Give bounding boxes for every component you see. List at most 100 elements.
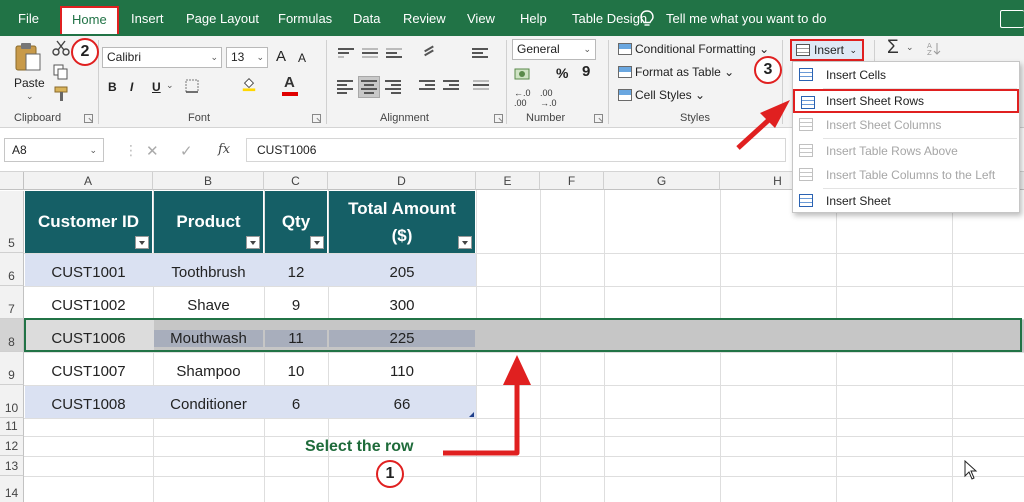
table-cell[interactable]: Shave — [154, 297, 263, 314]
menu-item-insert-table-rows-above[interactable]: Insert Table Rows Above — [793, 139, 1019, 163]
align-top-icon[interactable] — [338, 48, 354, 62]
table-cell[interactable]: Conditioner — [154, 396, 263, 413]
tab-file[interactable]: File — [18, 0, 39, 36]
font-color-button[interactable]: A — [284, 74, 295, 91]
table-resize-handle-icon[interactable] — [469, 412, 474, 417]
table-cell[interactable]: 225 — [329, 330, 475, 347]
table-cell[interactable]: 205 — [329, 264, 475, 281]
tab-view[interactable]: View — [467, 0, 495, 36]
cut-icon[interactable] — [52, 40, 70, 56]
autosum-dropdown-icon[interactable]: ⌄ — [906, 42, 914, 53]
table-cell[interactable]: Toothbrush — [154, 264, 263, 281]
formula-input[interactable]: CUST1006 — [246, 138, 786, 162]
table-cell[interactable]: 9 — [265, 297, 327, 314]
menu-item-insert-sheet[interactable]: Insert Sheet — [793, 189, 1019, 213]
row-header-7[interactable]: 7 — [0, 286, 24, 319]
table-cell[interactable]: 12 — [265, 264, 327, 281]
bold-button[interactable]: B — [108, 80, 117, 94]
tab-help[interactable]: Help — [520, 0, 547, 36]
menu-item-insert-sheet-rows[interactable]: Insert Sheet Rows — [793, 89, 1019, 113]
select-all-corner[interactable] — [0, 172, 24, 190]
table-cell[interactable]: CUST1008 — [25, 396, 152, 413]
number-dialog-launcher-icon[interactable] — [594, 114, 603, 123]
enter-icon[interactable]: ✓ — [180, 142, 193, 160]
paste-button-label[interactable]: Paste — [14, 76, 45, 90]
decrease-indent-button[interactable] — [416, 76, 438, 98]
more-options-icon[interactable]: ⋮ — [124, 142, 138, 159]
menu-item-insert-cells[interactable]: Insert Cells — [793, 63, 1019, 87]
tell-me-search[interactable]: Tell me what you want to do — [666, 0, 826, 36]
tab-data[interactable]: Data — [353, 0, 380, 36]
alignment-dialog-launcher-icon[interactable] — [494, 114, 503, 123]
insert-function-button[interactable]: fx — [218, 142, 230, 157]
autosum-icon[interactable]: Σ — [887, 37, 899, 59]
align-right-button[interactable] — [382, 76, 404, 98]
font-name-select[interactable]: Calibri ⌄ — [102, 47, 222, 68]
tab-page-layout[interactable]: Page Layout — [186, 0, 259, 36]
underline-dropdown-icon[interactable]: ⌄ — [166, 80, 174, 91]
worksheet-grid[interactable]: A B C D E F G H 5 6 7 8 9 10 11 12 13 14… — [0, 172, 1024, 502]
filter-dropdown-icon[interactable] — [246, 236, 260, 249]
accounting-format-icon[interactable] — [514, 66, 532, 82]
column-header-e[interactable]: E — [476, 172, 540, 190]
table-cell[interactable]: CUST1002 — [25, 297, 152, 314]
share-icon[interactable] — [1000, 10, 1024, 28]
copy-icon[interactable] — [52, 64, 70, 80]
merge-center-button[interactable] — [470, 76, 492, 98]
filter-dropdown-icon[interactable] — [458, 236, 472, 249]
name-box[interactable]: A8 ⌄ — [4, 138, 104, 162]
insert-cells-button[interactable]: Insert ⌄ — [790, 39, 864, 61]
filter-dropdown-icon[interactable] — [310, 236, 324, 249]
borders-icon[interactable] — [184, 78, 202, 94]
row-header-6[interactable]: 6 — [0, 253, 24, 286]
table-cell[interactable]: Mouthwash — [154, 330, 263, 347]
menu-item-insert-table-columns-left[interactable]: Insert Table Columns to the Left — [793, 163, 1019, 187]
italic-button[interactable]: I — [130, 80, 133, 94]
column-header-c[interactable]: C — [264, 172, 328, 190]
increase-indent-button[interactable] — [440, 76, 462, 98]
cancel-icon[interactable]: ✕ — [146, 142, 159, 160]
filter-dropdown-icon[interactable] — [135, 236, 149, 249]
table-cell[interactable]: CUST1007 — [25, 363, 152, 380]
cell-styles-button[interactable]: Cell Styles ⌄ — [618, 88, 705, 102]
conditional-formatting-button[interactable]: Conditional Formatting ⌄ — [618, 42, 769, 56]
orientation-icon[interactable] — [424, 45, 440, 62]
table-cell[interactable]: CUST1001 — [25, 264, 152, 281]
row-header-12[interactable]: 12 — [0, 436, 24, 456]
clipboard-dialog-launcher-icon[interactable] — [84, 114, 93, 123]
underline-button[interactable]: U — [152, 80, 161, 94]
font-dialog-launcher-icon[interactable] — [312, 114, 321, 123]
row-header-10[interactable]: 10 — [0, 385, 24, 418]
table-cell[interactable]: Shampoo — [154, 363, 263, 380]
table-cell[interactable]: 110 — [329, 363, 475, 380]
align-left-button[interactable] — [334, 76, 356, 98]
align-center-button[interactable] — [358, 76, 380, 98]
table-cell[interactable]: CUST1006 — [25, 330, 152, 347]
table-cell[interactable]: 10 — [265, 363, 327, 380]
decrease-decimal-button[interactable]: .00 →.0 — [540, 88, 564, 108]
sort-filter-icon[interactable]: A Z — [926, 40, 944, 56]
row-header-5[interactable]: 5 — [0, 191, 24, 253]
increase-decimal-button[interactable]: ←.0 .00 — [514, 88, 538, 108]
column-header-g[interactable]: G — [604, 172, 720, 190]
row-header-14[interactable]: 14 — [0, 476, 24, 502]
comma-style-button[interactable]: 9 — [582, 63, 590, 80]
shrink-font-button[interactable]: A — [298, 51, 306, 65]
grow-font-button[interactable]: A — [276, 48, 286, 65]
column-header-b[interactable]: B — [153, 172, 264, 190]
column-header-a[interactable]: A — [24, 172, 153, 190]
paste-dropdown-icon[interactable]: ⌄ — [26, 91, 34, 102]
format-painter-icon[interactable] — [52, 86, 70, 102]
row-header-8[interactable]: 8 — [0, 319, 24, 352]
row-header-9[interactable]: 9 — [0, 352, 24, 385]
tab-table-design[interactable]: Table Design — [572, 0, 647, 36]
table-cell[interactable]: 6 — [265, 396, 327, 413]
column-header-f[interactable]: F — [540, 172, 604, 190]
wrap-text-icon[interactable] — [472, 48, 488, 62]
font-size-select[interactable]: 13 ⌄ — [226, 47, 268, 68]
tab-insert[interactable]: Insert — [131, 0, 164, 36]
table-cell[interactable]: 66 — [329, 396, 475, 413]
row-header-11[interactable]: 11 — [0, 418, 24, 436]
paste-icon[interactable] — [14, 42, 42, 72]
tab-formulas[interactable]: Formulas — [278, 0, 332, 36]
